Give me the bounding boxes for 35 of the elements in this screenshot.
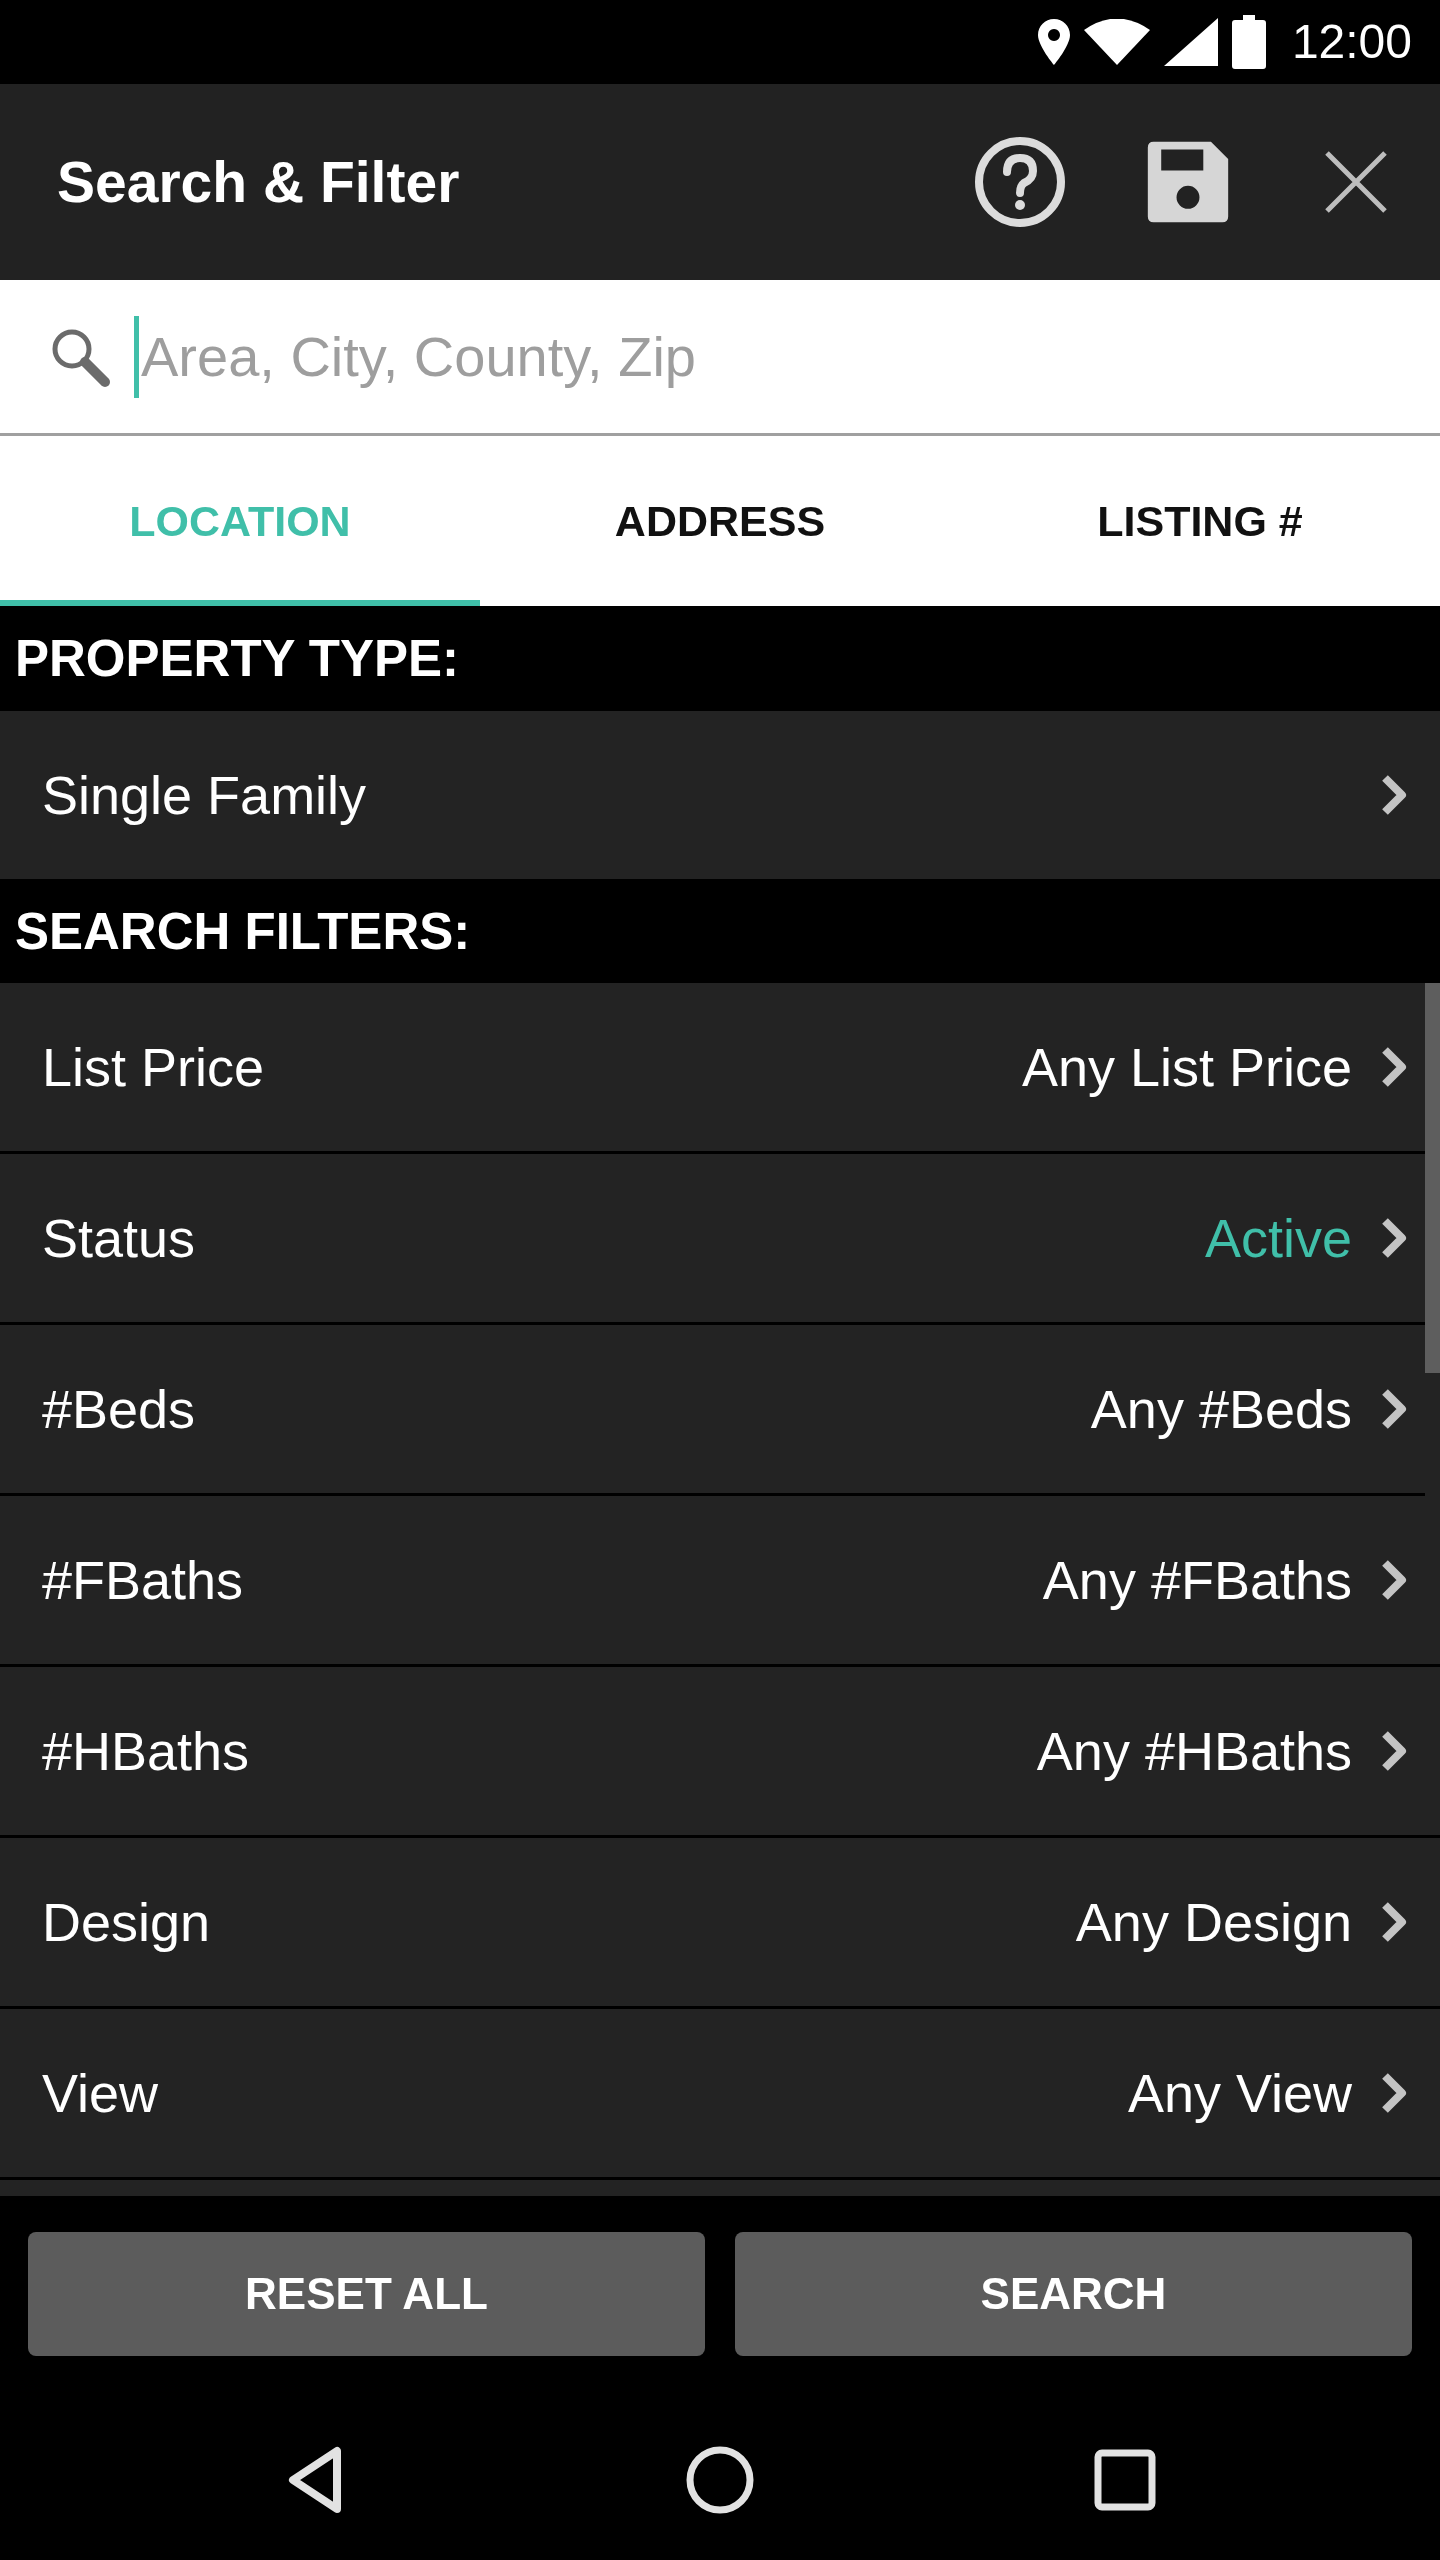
filter-label: #FBaths [42, 1549, 245, 1611]
filter-label: Single Family [42, 764, 368, 826]
filter-value: Any #Beds [1090, 1378, 1352, 1440]
filter-label: #HBaths [42, 1720, 251, 1782]
search-button[interactable]: SEARCH [735, 2232, 1412, 2356]
reset-all-button[interactable]: RESET ALL [28, 2232, 705, 2356]
chevron-right-icon [1380, 1387, 1408, 1431]
filter-label: Status [42, 1207, 197, 1269]
filter-value: Any List Price [1021, 1036, 1352, 1098]
location-pin-icon [1037, 19, 1070, 65]
recents-icon[interactable] [1094, 2449, 1156, 2511]
screen-title: Search & Filter [57, 149, 461, 215]
filter-label: List Price [42, 1036, 266, 1098]
filter-value: Any View [1127, 2062, 1352, 2124]
home-icon[interactable] [685, 2445, 755, 2515]
filter-value: Active [1204, 1207, 1352, 1269]
close-icon[interactable] [1323, 149, 1389, 215]
chevron-right-icon [1380, 1900, 1408, 1944]
filter-label: View [42, 2062, 160, 2124]
filter-label: #Beds [42, 1378, 197, 1440]
chevron-right-icon [1380, 1045, 1408, 1089]
chevron-right-icon [1380, 773, 1408, 817]
filter-label: Design [42, 1891, 212, 1953]
battery-icon [1231, 15, 1266, 69]
chevron-right-icon [1380, 1216, 1408, 1260]
chevron-right-icon [1380, 2071, 1408, 2115]
signal-icon [1163, 18, 1218, 66]
filter-value: Any #FBaths [1042, 1549, 1352, 1611]
chevron-right-icon [1380, 1729, 1408, 1773]
filter-value: Any #HBaths [1036, 1720, 1352, 1782]
chevron-right-icon [1380, 1558, 1408, 1602]
filter-value: Any Design [1075, 1891, 1352, 1953]
wifi-icon [1083, 19, 1150, 65]
help-icon[interactable] [974, 136, 1066, 228]
status-time: 12:00 [1291, 18, 1412, 66]
